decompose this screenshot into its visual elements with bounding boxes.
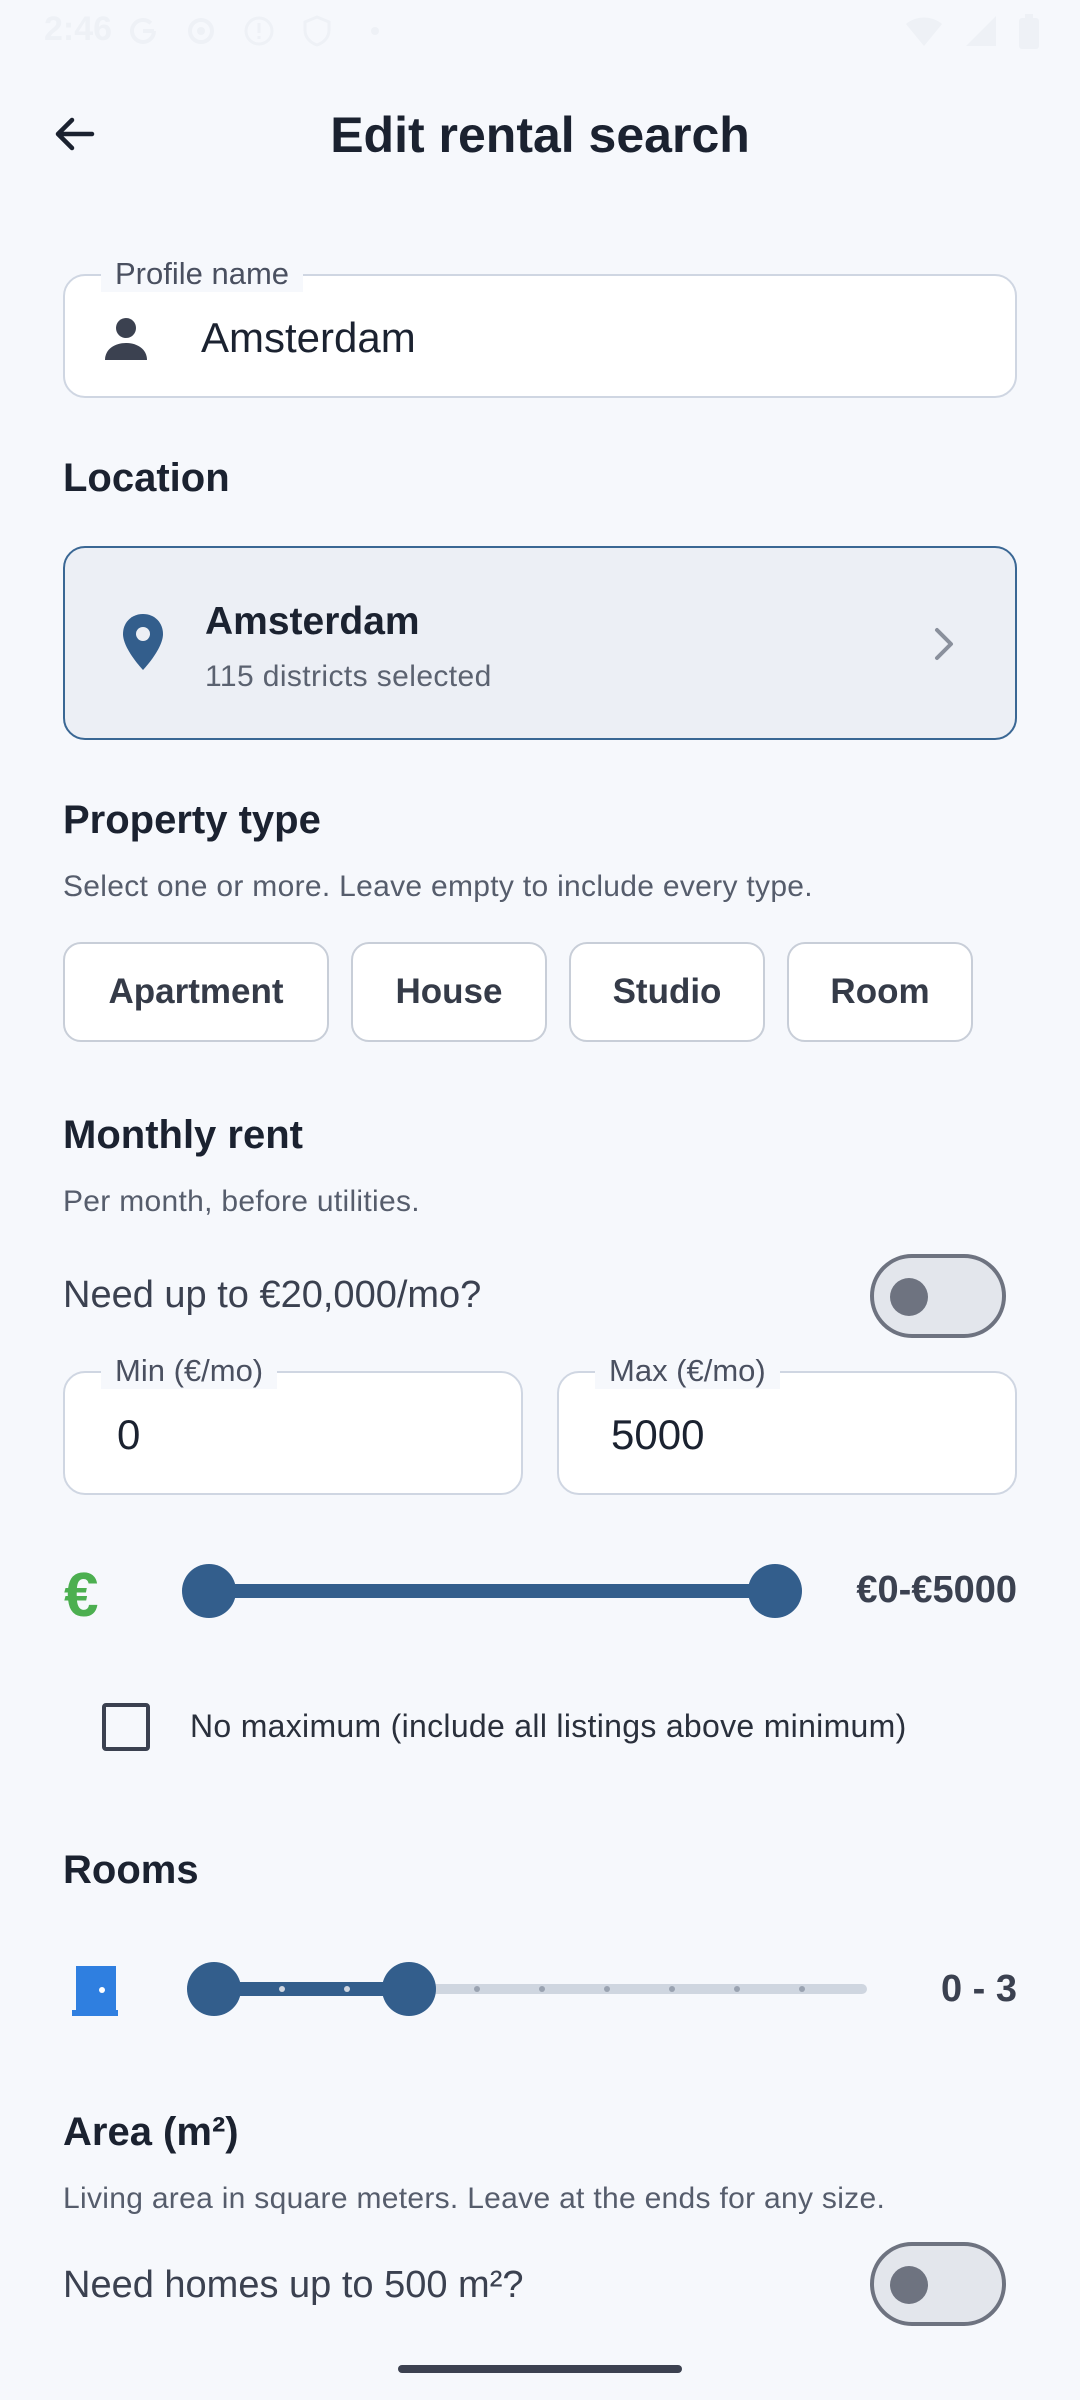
google-icon xyxy=(126,14,160,48)
settings-icon xyxy=(184,14,218,48)
monthly-rent-subtitle: Per month, before utilities. xyxy=(63,1185,420,1218)
status-bar: 2:46 xyxy=(0,0,1080,62)
home-indicator[interactable] xyxy=(398,2365,682,2373)
area-subtitle: Living area in square meters. Leave at t… xyxy=(63,2182,886,2215)
rooms-title: Rooms xyxy=(63,1848,199,1892)
rooms-tick xyxy=(474,1986,480,1992)
monthly-rent-title: Monthly rent xyxy=(63,1113,303,1157)
rooms-tick xyxy=(799,1986,805,1992)
rooms-tick xyxy=(539,1986,545,1992)
area-title: Area (m²) xyxy=(63,2110,239,2154)
dot-icon xyxy=(358,14,392,48)
location-section-title: Location xyxy=(63,456,230,500)
chip-studio[interactable]: Studio xyxy=(569,942,765,1042)
toggle-knob xyxy=(890,1278,928,1316)
chevron-right-icon xyxy=(935,628,953,660)
page-title: Edit rental search xyxy=(330,107,750,163)
person-icon xyxy=(105,318,147,360)
rent-slider-min-thumb[interactable] xyxy=(182,1564,236,1618)
max-rent-label: Max (€/mo) xyxy=(595,1353,780,1389)
area-500-toggle[interactable] xyxy=(870,2242,1006,2326)
min-rent-label: Min (€/mo) xyxy=(101,1353,278,1389)
location-city: Amsterdam xyxy=(205,600,420,643)
no-maximum-label[interactable]: No maximum (include all listings above m… xyxy=(190,1708,907,1745)
property-type-subtitle: Select one or more. Leave empty to inclu… xyxy=(63,870,813,903)
toggle-knob xyxy=(890,2266,928,2304)
chip-room[interactable]: Room xyxy=(787,942,973,1042)
rooms-tick xyxy=(344,1986,350,1992)
rent-slider-max-thumb[interactable] xyxy=(748,1564,802,1618)
status-time: 2:46 xyxy=(44,10,113,48)
signal-icon xyxy=(964,14,998,55)
rent-toggle-label: Need up to €20,000/mo? xyxy=(63,1274,482,1316)
location-districts: 115 districts selected xyxy=(205,660,492,693)
rooms-slider-active-track[interactable] xyxy=(213,1982,409,1996)
status-icons-left xyxy=(126,14,392,48)
chip-house[interactable]: House xyxy=(351,942,547,1042)
profile-name-value[interactable]: Amsterdam xyxy=(201,314,416,362)
status-icons-right xyxy=(904,14,1040,55)
min-rent-field[interactable]: Min (€/mo) 0 xyxy=(63,1353,523,1495)
area-toggle-label: Need homes up to 500 m²? xyxy=(63,2264,524,2306)
battery-icon xyxy=(1018,14,1040,55)
location-card[interactable]: Amsterdam 115 districts selected xyxy=(63,546,1017,740)
profile-name-field[interactable]: Profile name Amsterdam xyxy=(63,256,1017,398)
info-icon xyxy=(242,14,276,48)
no-maximum-checkbox[interactable] xyxy=(102,1703,150,1751)
rooms-slider-min-thumb[interactable] xyxy=(187,1962,241,2016)
max-rent-value[interactable]: 5000 xyxy=(611,1411,704,1459)
shield-icon xyxy=(300,14,334,48)
door-icon xyxy=(72,1966,118,2016)
min-rent-value[interactable]: 0 xyxy=(117,1411,140,1459)
rooms-range-value: 0 - 3 xyxy=(940,1968,1017,2010)
property-type-title: Property type xyxy=(63,798,321,842)
chip-apartment[interactable]: Apartment xyxy=(63,942,329,1042)
max-rent-field[interactable]: Max (€/mo) 5000 xyxy=(557,1353,1017,1495)
euro-icon: € xyxy=(64,1561,99,1630)
rooms-tick xyxy=(734,1986,740,1992)
rent-range-value: €0-€5000 xyxy=(856,1569,1017,1611)
rooms-tick xyxy=(604,1986,610,1992)
rooms-tick xyxy=(279,1986,285,1992)
rooms-tick xyxy=(669,1986,675,1992)
rent-20000-toggle[interactable] xyxy=(870,1254,1006,1338)
location-pin-icon xyxy=(123,614,163,670)
rooms-slider-max-thumb[interactable] xyxy=(382,1962,436,2016)
rent-slider-track[interactable] xyxy=(209,1584,775,1598)
profile-name-label: Profile name xyxy=(101,256,304,292)
wifi-icon xyxy=(904,14,944,55)
